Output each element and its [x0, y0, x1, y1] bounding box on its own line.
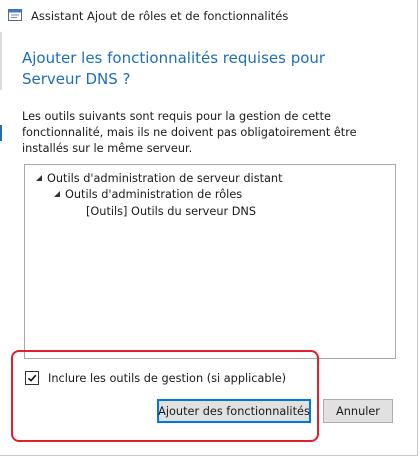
tree-item-remote-admin-tools[interactable]: Outils d'administration de serveur dista… — [35, 172, 283, 185]
include-tools-option[interactable]: Inclure les outils de gestion (si applic… — [25, 371, 286, 385]
tree-item-label: Outils d'administration de rôles — [65, 188, 243, 201]
dialog-heading: Ajouter les fonctionnalités requises pou… — [22, 49, 326, 88]
highlight-annotation — [11, 350, 319, 442]
add-features-button[interactable]: Ajouter des fonctionnalités — [157, 399, 311, 423]
title-bar[interactable]: Assistant Ajout de rôles et de fonctionn… — [0, 0, 417, 32]
expanded-triangle-icon[interactable] — [35, 172, 45, 185]
background-window-edge — [0, 30, 2, 90]
window-title: Assistant Ajout de rôles et de fonctionn… — [31, 9, 289, 23]
tree-item-dns-server-tools[interactable]: [Outils] Outils du serveur DNS — [86, 205, 256, 218]
checkmark-icon — [27, 374, 37, 382]
tree-item-role-admin-tools[interactable]: Outils d'administration de rôles — [53, 188, 242, 201]
dialog-description: Les outils suivants sont requis pour la … — [22, 110, 357, 155]
dialog-window: Assistant Ajout de rôles et de fonctionn… — [0, 0, 418, 456]
cancel-button[interactable]: Annuler — [323, 399, 393, 423]
tree-item-label: Outils d'administration de serveur dista… — [47, 172, 283, 185]
tree-item-label: [Outils] Outils du serveur DNS — [86, 205, 257, 218]
include-tools-checkbox[interactable] — [25, 371, 39, 385]
wizard-app-icon — [8, 9, 22, 21]
required-features-tree[interactable]: Outils d'administration de serveur dista… — [24, 164, 396, 359]
background-window-accent — [0, 125, 2, 141]
expanded-triangle-icon[interactable] — [53, 188, 63, 201]
include-tools-label[interactable]: Inclure les outils de gestion (si applic… — [48, 372, 286, 385]
